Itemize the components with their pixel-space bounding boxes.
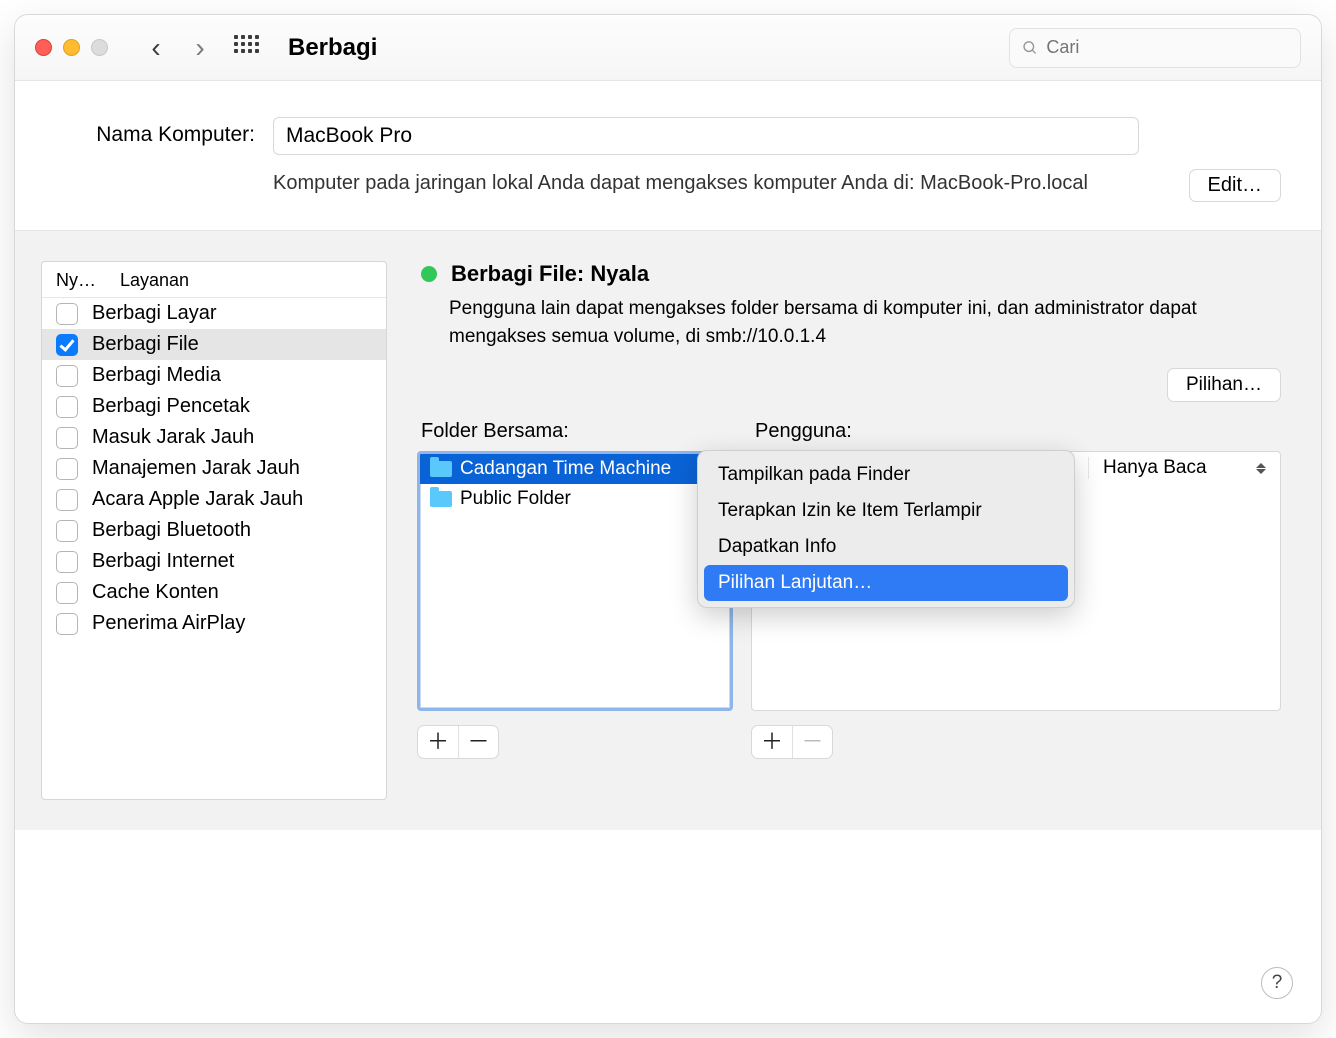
search-icon bbox=[1022, 39, 1038, 57]
service-checkbox[interactable] bbox=[56, 551, 78, 573]
options-button[interactable]: Pilihan… bbox=[1167, 368, 1281, 402]
titlebar: ‹ › Berbagi bbox=[15, 15, 1321, 81]
service-checkbox[interactable] bbox=[56, 334, 78, 356]
folder-row[interactable]: Cadangan Time Machine bbox=[420, 454, 730, 484]
folder-icon bbox=[430, 491, 452, 507]
shared-folders-list[interactable]: Cadangan Time Machine Public Folder bbox=[417, 451, 733, 711]
service-label: Cache Konten bbox=[92, 581, 219, 604]
detail-panel: Berbagi File: Nyala Pengguna lain dapat … bbox=[417, 261, 1281, 800]
services-header: Ny… Layanan bbox=[42, 262, 386, 298]
services-table: Ny… Layanan Berbagi Layar Berbagi File Ber… bbox=[41, 261, 387, 800]
service-row[interactable]: Manajemen Jarak Jauh bbox=[42, 453, 386, 484]
user-add-remove: ＋ － bbox=[751, 725, 833, 759]
chevron-updown-icon bbox=[1254, 463, 1268, 474]
service-label: Berbagi Internet bbox=[92, 550, 234, 573]
context-menu-item[interactable]: Tampilkan pada Finder bbox=[704, 457, 1068, 493]
shared-folders-label: Folder Bersama: bbox=[417, 420, 733, 443]
service-checkbox[interactable] bbox=[56, 303, 78, 325]
service-row[interactable]: Berbagi Internet bbox=[42, 546, 386, 577]
folder-name: Cadangan Time Machine bbox=[460, 458, 671, 480]
service-checkbox[interactable] bbox=[56, 520, 78, 542]
status-title: Berbagi File: Nyala bbox=[451, 261, 649, 287]
close-icon[interactable] bbox=[35, 39, 52, 56]
computer-name-input[interactable] bbox=[273, 117, 1139, 155]
remove-user-button: － bbox=[792, 726, 832, 758]
edit-hostname-button[interactable]: Edit… bbox=[1189, 169, 1281, 202]
folder-add-remove: ＋ － bbox=[417, 725, 499, 759]
service-row[interactable]: Berbagi Media bbox=[42, 360, 386, 391]
folder-name: Public Folder bbox=[460, 488, 571, 510]
forward-button: › bbox=[186, 28, 214, 68]
window-controls bbox=[35, 39, 108, 56]
service-label: Berbagi Media bbox=[92, 364, 221, 387]
service-row[interactable]: Masuk Jarak Jauh bbox=[42, 422, 386, 453]
col-service: Layanan bbox=[120, 270, 189, 291]
permission-value: Hanya Baca bbox=[1103, 457, 1207, 479]
show-all-icon[interactable] bbox=[234, 35, 260, 61]
permission-select[interactable]: Hanya Baca bbox=[1088, 457, 1268, 479]
minimize-icon[interactable] bbox=[63, 39, 80, 56]
service-row[interactable]: Berbagi Layar bbox=[42, 298, 386, 329]
computer-name-hint: Komputer pada jaringan lokal Anda dapat … bbox=[273, 169, 1175, 197]
service-label: Manajemen Jarak Jauh bbox=[92, 457, 300, 480]
service-label: Acara Apple Jarak Jauh bbox=[92, 488, 303, 511]
status-indicator-icon bbox=[421, 266, 437, 282]
help-button[interactable]: ? bbox=[1261, 967, 1293, 999]
zoom-icon bbox=[91, 39, 108, 56]
service-checkbox[interactable] bbox=[56, 427, 78, 449]
service-row[interactable]: Berbagi Bluetooth bbox=[42, 515, 386, 546]
folder-row[interactable]: Public Folder bbox=[420, 484, 730, 514]
computer-name-label: Nama Komputer: bbox=[55, 117, 255, 202]
shared-folders-panel: Folder Bersama: Cadangan Time Machine Pub… bbox=[417, 420, 733, 759]
service-checkbox[interactable] bbox=[56, 396, 78, 418]
search-field[interactable] bbox=[1009, 28, 1301, 68]
status-description: Pengguna lain dapat mengakses folder ber… bbox=[417, 295, 1281, 350]
context-menu-item[interactable]: Terapkan Izin ke Item Terlampir bbox=[704, 493, 1068, 529]
service-row[interactable]: Acara Apple Jarak Jauh bbox=[42, 484, 386, 515]
back-button[interactable]: ‹ bbox=[142, 28, 170, 68]
service-checkbox[interactable] bbox=[56, 582, 78, 604]
remove-folder-button[interactable]: － bbox=[458, 726, 498, 758]
service-row[interactable]: Berbagi Pencetak bbox=[42, 391, 386, 422]
service-label: Berbagi Bluetooth bbox=[92, 519, 251, 542]
service-label: Berbagi File bbox=[92, 333, 199, 356]
page-title: Berbagi bbox=[288, 34, 377, 62]
service-checkbox[interactable] bbox=[56, 365, 78, 387]
col-on: Ny… bbox=[56, 270, 102, 291]
service-checkbox[interactable] bbox=[56, 458, 78, 480]
service-checkbox[interactable] bbox=[56, 489, 78, 511]
service-checkbox[interactable] bbox=[56, 613, 78, 635]
service-label: Penerima AirPlay bbox=[92, 612, 245, 635]
service-label: Berbagi Pencetak bbox=[92, 395, 250, 418]
context-menu: Tampilkan pada FinderTerapkan Izin ke It… bbox=[697, 450, 1075, 608]
search-input[interactable] bbox=[1046, 37, 1288, 58]
add-user-button[interactable]: ＋ bbox=[752, 726, 792, 758]
context-menu-item[interactable]: Pilihan Lanjutan… bbox=[704, 565, 1068, 601]
users-label: Pengguna: bbox=[751, 420, 1281, 443]
lower-panel: Ny… Layanan Berbagi Layar Berbagi File Ber… bbox=[15, 230, 1321, 830]
folder-icon bbox=[430, 461, 452, 477]
computer-name-section: Nama Komputer: Komputer pada jaringan lo… bbox=[15, 81, 1321, 230]
service-row[interactable]: Cache Konten bbox=[42, 577, 386, 608]
sharing-preferences-window: ‹ › Berbagi Nama Komputer: Komputer pada… bbox=[14, 14, 1322, 1024]
service-label: Masuk Jarak Jauh bbox=[92, 426, 254, 449]
service-label: Berbagi Layar bbox=[92, 302, 217, 325]
service-row[interactable]: Penerima AirPlay bbox=[42, 608, 386, 639]
add-folder-button[interactable]: ＋ bbox=[418, 726, 458, 758]
service-row[interactable]: Berbagi File bbox=[42, 329, 386, 360]
context-menu-item[interactable]: Dapatkan Info bbox=[704, 529, 1068, 565]
